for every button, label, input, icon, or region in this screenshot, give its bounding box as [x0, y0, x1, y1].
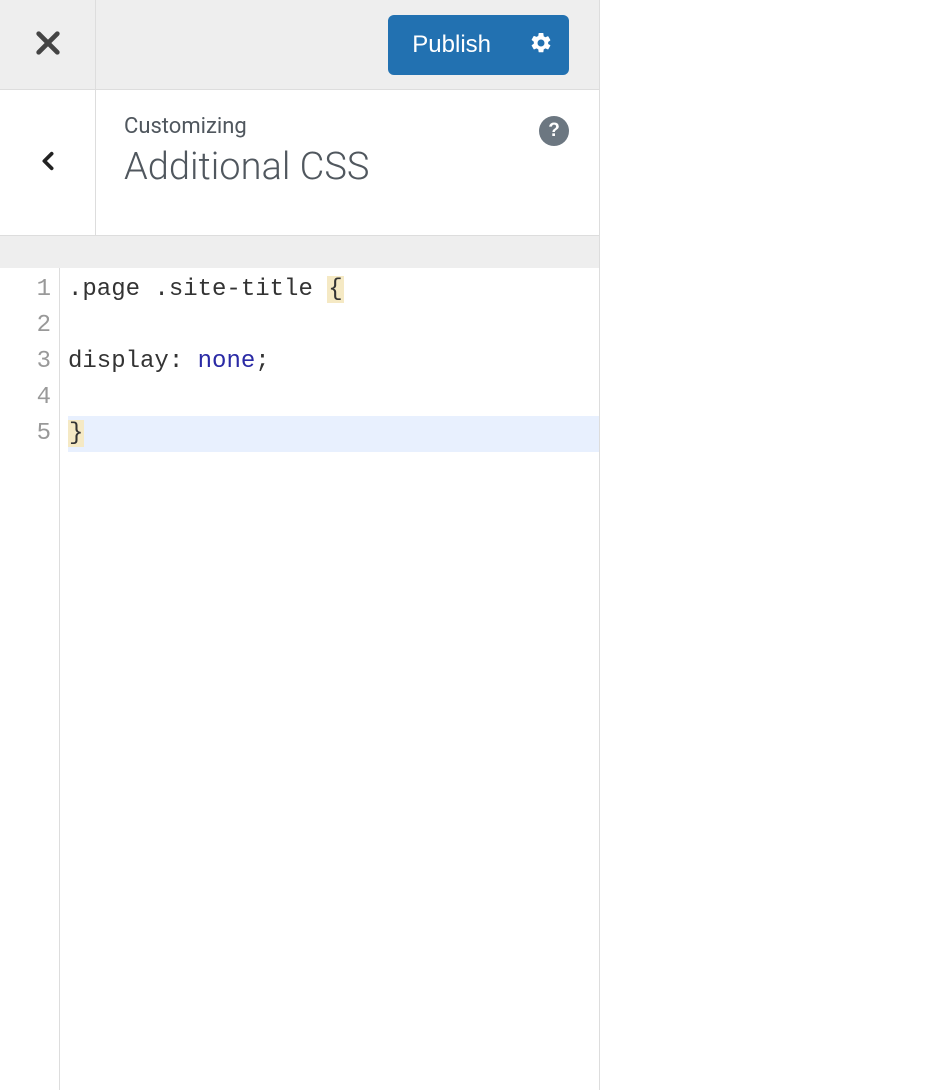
token-prop: display: [68, 348, 169, 375]
line-number: 5: [0, 416, 51, 452]
publish-settings-button[interactable]: [513, 15, 569, 75]
code-line[interactable]: [68, 308, 599, 344]
back-button[interactable]: [0, 90, 96, 235]
code-area[interactable]: .page .site-title { display: none;}: [60, 268, 599, 1090]
token-sel: .page .site-title: [68, 276, 327, 303]
customizer-panel: Publish Customizing A: [0, 0, 600, 1090]
token-brace: {: [327, 276, 343, 303]
token-val: none: [198, 348, 256, 375]
close-icon: [34, 29, 62, 61]
line-number: 4: [0, 380, 51, 416]
preview-area: [600, 0, 928, 1090]
header-eyebrow: Customizing: [124, 114, 571, 139]
code-line[interactable]: display: none;: [68, 344, 599, 380]
topbar: Publish: [0, 0, 599, 90]
help-button[interactable]: ?: [539, 116, 569, 146]
topbar-actions: Publish: [96, 0, 599, 89]
code-line[interactable]: [68, 380, 599, 416]
gear-icon: [529, 31, 553, 58]
page-title: Additional CSS: [124, 145, 571, 189]
code-line[interactable]: }: [68, 416, 599, 452]
section-header: Customizing Additional CSS ?: [0, 90, 599, 236]
line-gutter: 12345: [0, 268, 60, 1090]
close-button[interactable]: [0, 0, 96, 89]
publish-label: Publish: [412, 31, 491, 59]
publish-button-group: Publish: [388, 15, 569, 75]
help-icon: ?: [548, 120, 560, 142]
gap-strip: [0, 236, 599, 268]
token-semi: ;: [255, 348, 269, 375]
code-line[interactable]: .page .site-title {: [68, 272, 599, 308]
chevron-left-icon: [37, 150, 59, 176]
css-editor[interactable]: 12345 .page .site-title { display: none;}: [0, 268, 599, 1090]
line-number: 1: [0, 272, 51, 308]
publish-button[interactable]: Publish: [388, 15, 513, 75]
token-brace: }: [68, 420, 84, 447]
line-number: 3: [0, 344, 51, 380]
header-text: Customizing Additional CSS ?: [96, 90, 599, 235]
line-number: 2: [0, 308, 51, 344]
token-colon: :: [169, 348, 198, 375]
